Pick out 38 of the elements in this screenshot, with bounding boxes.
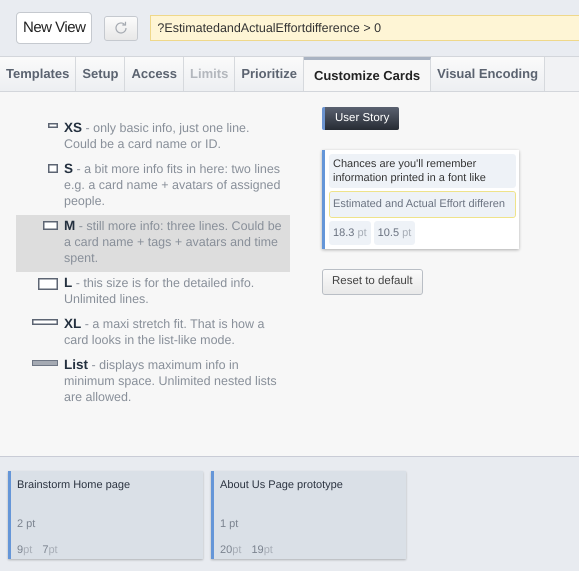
card-title: About Us Page prototype [220, 478, 344, 493]
size-description: M - still more info: three lines. Could be a card name + tags + avatars and time spent. [64, 218, 282, 266]
size-option[interactable]: L - this size is for the detailed info. Unlimited lines. [16, 272, 290, 313]
size-description: XS - only basic info, just one line. Could be a card name or ID. [64, 120, 250, 152]
metric-chip: 18.3 pt [329, 220, 371, 246]
size-description: XL - a maxi stretch fit. That is how a card looks in the list-like mode. [64, 316, 266, 348]
metric-chip: 10.5 pt [374, 220, 416, 246]
size-icon [32, 319, 58, 325]
size-icon [32, 360, 58, 366]
card-type-tag: User Story [322, 107, 400, 130]
size-option[interactable]: XL - a maxi stretch fit. That is how a card looks in the list-like mode. [16, 313, 290, 354]
size-icon [38, 278, 58, 290]
size-icon [48, 164, 58, 173]
tab[interactable]: Setup [76, 57, 126, 91]
refresh-button[interactable] [104, 16, 138, 40]
tab[interactable]: Customize Cards [304, 57, 432, 91]
card-points: 1 pt [220, 516, 240, 532]
refresh-icon [113, 20, 130, 36]
tab[interactable]: Prioritize [235, 57, 304, 91]
size-option[interactable]: List - displays maximum info in minimum space. Unlimited nested lists are allowed. [16, 354, 290, 411]
size-option[interactable]: XS - only basic info, just one line. Could be a card name or ID. [16, 117, 290, 158]
size-option[interactable]: S - a bit more info fits in here: two lines e.g. a card name + avatars of assigned people. [16, 158, 290, 215]
query-field[interactable]: ?EstimatedandActualEffortdifference > 0 [150, 15, 579, 41]
reset-button[interactable]: Reset to default [322, 269, 423, 294]
size-icon [48, 123, 58, 128]
card-field: Estimated and Actual Effort differen [329, 191, 516, 218]
card-points: 2 pt [17, 516, 36, 532]
sample-text: Chances are you'll remember information printed in a font like [329, 154, 516, 188]
selected-size-option[interactable]: M - still more info: three lines. Could be a card name + tags + avatars and time spent. [16, 215, 290, 272]
new-view-button[interactable]: New View [16, 12, 92, 44]
size-icon [43, 221, 58, 230]
card-title: Brainstorm Home page [17, 478, 132, 493]
tab[interactable]: Templates [0, 57, 76, 91]
size-description: L - this size is for the detailed info. Unlimited lines. [64, 275, 256, 307]
size-description: List - displays maximum info in minimum space. Unlimited nested lists are allowed. [64, 357, 278, 405]
tab[interactable]: Visual Encoding [431, 57, 546, 91]
size-description: S - a bit more info fits in here: two lines e.g. a card name + avatars of assigned people. [64, 161, 282, 209]
tab[interactable]: Access [125, 57, 184, 91]
